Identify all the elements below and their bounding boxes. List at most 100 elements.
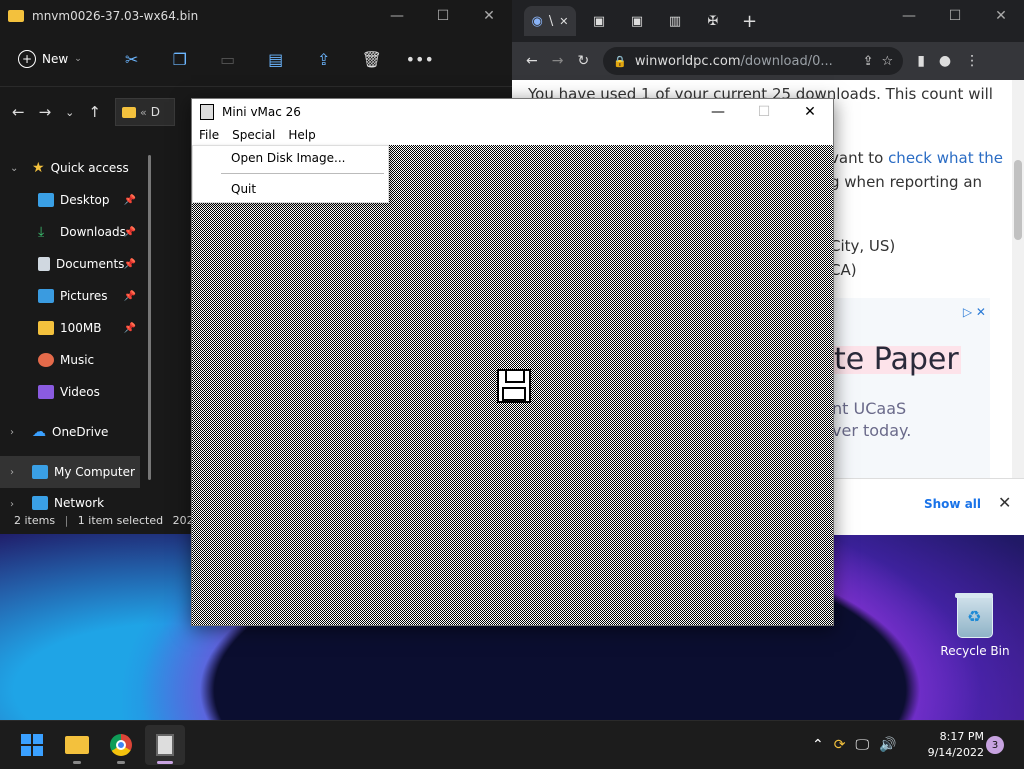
music-icon [38,353,54,367]
volume-icon[interactable]: 🔊 [879,737,896,753]
nav-videos[interactable]: Videos [0,376,150,408]
server-location: CA) [830,261,857,279]
show-all-button[interactable]: Show all [924,497,981,511]
menu-special[interactable]: Special [232,128,282,142]
new-button[interactable]: + New ⌄ [18,50,82,68]
floppy-favicon: ▣ [592,13,606,29]
explorer-nav-pane: ⌄ ★ Quick access Desktop 📌 ⤓ Downloads 📌… [0,152,150,510]
new-label: New [42,52,69,66]
chevron-right-icon: › [10,499,14,510]
document-icon [38,257,50,271]
close-button[interactable]: ✕ [466,0,512,32]
reload-icon[interactable]: ↻ [577,53,589,69]
close-button[interactable]: ✕ [978,0,1024,32]
share-icon[interactable]: ⇪ [863,54,874,69]
cut-icon[interactable]: ✂ [108,50,156,69]
recycle-bin[interactable]: ♻ Recycle Bin [940,593,1010,658]
quit-item[interactable]: Quit [193,177,388,201]
nav-pane-scrollbar[interactable] [148,155,151,480]
clock[interactable]: 8:17 PM 9/14/2022 [918,729,984,761]
network-icon[interactable]: 🖵 [855,737,869,753]
pin-icon: 📌 [123,226,136,238]
nav-label: Desktop [60,193,110,207]
nav-onedrive[interactable]: › ☁ OneDrive [0,416,150,448]
explorer-window-controls: — ☐ ✕ [374,0,512,32]
maximize-button[interactable]: ☐ [932,0,978,32]
winworld-favicon: ◉ [531,13,543,29]
explorer-status-bar: 2 items | 1 item selected 202 K [14,514,205,527]
page-scrollbar[interactable] [1012,80,1024,480]
tab-3[interactable]: ▣ [622,6,652,36]
side-panel-icon[interactable]: ▮ [917,53,925,69]
nav-100mb[interactable]: 100MB 📌 [0,312,150,344]
scrollbar-thumb[interactable] [1014,160,1022,240]
delete-icon[interactable]: 🗑 [348,50,396,69]
url-domain: winworldpc.com [634,53,741,69]
nav-desktop[interactable]: Desktop 📌 [0,184,150,216]
nav-quick-access[interactable]: ⌄ ★ Quick access [0,152,150,184]
minimize-button[interactable]: — [374,0,420,32]
clock-time: 8:17 PM [939,730,984,743]
tab-5[interactable]: ✠ [698,6,728,36]
new-tab-plus-icon[interactable]: + [742,11,757,32]
menu-help[interactable]: Help [288,128,322,142]
more-icon[interactable]: ••• [396,50,444,69]
tab-2[interactable]: ▣ [584,6,614,36]
tab-title-fragment: \ [548,13,554,29]
address-bar[interactable]: « D [114,98,175,126]
minimize-button[interactable]: — [695,99,741,125]
maximize-button[interactable]: ☐ [741,99,787,125]
taskbar-chrome[interactable] [101,725,141,765]
back-arrow-icon[interactable]: ← [12,103,25,121]
back-arrow-icon[interactable]: ← [526,53,538,69]
copy-icon[interactable]: ❐ [156,50,204,69]
recent-chevron-icon[interactable]: ⌄ [65,106,74,119]
tab-close-icon[interactable]: ✕ [559,15,568,28]
nav-music[interactable]: Music [0,344,150,376]
mini-vmac-window: Mini vMac 26 — ☐ ✕ File Special Help Ope… [191,98,834,626]
menu-separator [221,173,384,174]
profile-icon[interactable]: ● [939,53,951,69]
nav-label: OneDrive [52,425,109,439]
file-menu-dropdown: Open Disk Image... Quit [192,145,389,203]
open-disk-image-item[interactable]: Open Disk Image... [193,146,388,170]
maximize-button[interactable]: ☐ [420,0,466,32]
tab-4[interactable]: ▥ [660,6,690,36]
rename-icon[interactable]: ▤ [252,50,300,69]
advertisement[interactable]: ▷ ✕ te Paper nt UCaaS ver today. [832,298,990,480]
forward-arrow-icon[interactable]: → [552,53,564,69]
close-button[interactable]: ✕ [787,99,833,125]
paste-icon[interactable]: ▭ [204,50,252,69]
running-indicator [157,761,173,764]
ad-close-icon[interactable]: ▷ ✕ [963,300,986,324]
close-download-bar-icon[interactable]: ✕ [998,493,1011,512]
bookmark-star-icon[interactable]: ☆ [882,54,894,69]
notification-badge[interactable]: 3 [986,736,1004,754]
up-arrow-icon[interactable]: ↑ [88,103,101,121]
chevron-up-icon[interactable]: ⌃ [812,737,824,753]
tab-active[interactable]: ◉ \ ✕ [524,6,576,36]
ad-subtext: nt UCaaS ver today. [832,398,911,442]
nav-downloads[interactable]: ⤓ Downloads 📌 [0,216,150,248]
chrome-toolbar: ← → ↻ 🔒 winworldpc.com/download/0... ⇪ ☆… [512,42,1024,80]
explorer-title: mnvm0026-37.03-wx64.bin [32,9,199,23]
menu-kebab-icon[interactable]: ⋮ [965,53,979,69]
start-button[interactable] [12,725,52,765]
taskbar-mini-vmac[interactable] [145,725,185,765]
vmac-titlebar[interactable]: Mini vMac 26 — ☐ ✕ [192,99,833,125]
sync-icon[interactable]: ⟳ [834,737,846,753]
chevron-down-icon: ⌄ [10,162,19,174]
omnibox[interactable]: 🔒 winworldpc.com/download/0... ⇪ ☆ [603,47,904,75]
taskbar-file-explorer[interactable] [57,725,97,765]
nav-label: 100MB [60,321,102,335]
nav-network[interactable]: › Network [0,488,150,510]
nav-my-computer[interactable]: › My Computer [0,456,140,488]
menu-file[interactable]: File [199,128,226,142]
minimize-button[interactable]: — [886,0,932,32]
check-link[interactable]: check what the [888,149,1003,167]
nav-documents[interactable]: Documents 📌 [0,248,150,280]
recycle-bin-icon: ♻ [955,593,993,638]
share-icon[interactable]: ⇪ [300,50,348,69]
nav-pictures[interactable]: Pictures 📌 [0,280,150,312]
forward-arrow-icon[interactable]: → [39,103,52,121]
